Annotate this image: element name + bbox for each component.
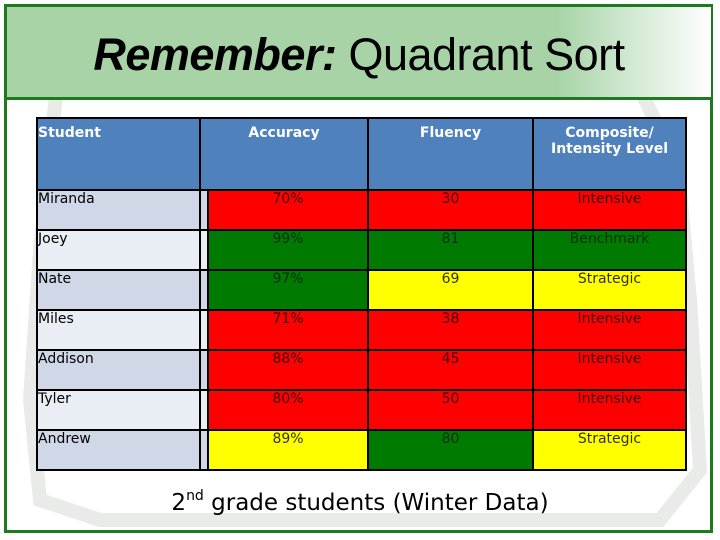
table-row: Miles 71% 38 Intensive xyxy=(36,309,687,351)
table-row: Joey 99% 81 Benchmark xyxy=(36,229,687,271)
spacer-cell xyxy=(199,229,209,271)
student-name-cell: Addison xyxy=(36,349,201,391)
slide-caption: 2nd grade students (Winter Data) xyxy=(0,488,720,516)
student-name-cell: Joey xyxy=(36,229,201,271)
accuracy-cell: 71% xyxy=(207,309,369,351)
header-fluency: Fluency xyxy=(367,117,534,191)
caption-text: grade students (Winter Data) xyxy=(203,490,549,516)
spacer-cell xyxy=(199,349,209,391)
slide-title: Remember: Quadrant Sort xyxy=(7,29,711,81)
intensity-level-cell: Strategic xyxy=(532,269,687,311)
student-name-cell: Nate xyxy=(36,269,201,311)
student-name-cell: Miles xyxy=(36,309,201,351)
intensity-level-cell: Intensive xyxy=(532,389,687,431)
intensity-level-cell: Intensive xyxy=(532,349,687,391)
intensity-level-cell: Benchmark xyxy=(532,229,687,271)
fluency-cell: 80 xyxy=(367,429,534,471)
student-name-cell: Miranda xyxy=(36,189,201,231)
table-row: Andrew 89% 80 Strategic xyxy=(36,429,687,471)
intensity-level-cell: Strategic xyxy=(532,429,687,471)
quadrant-sort-table: Student Accuracy Fluency Composite/Inten… xyxy=(36,117,687,471)
table-row: Addison 88% 45 Intensive xyxy=(36,349,687,391)
spacer-cell xyxy=(199,429,209,471)
fluency-cell: 45 xyxy=(367,349,534,391)
spacer-cell xyxy=(199,309,209,351)
title-band: Remember: Quadrant Sort xyxy=(7,7,711,100)
student-name-cell: Andrew xyxy=(36,429,201,471)
table-row: Nate 97% 69 Strategic xyxy=(36,269,687,311)
table-row: Miranda 70% 30 Intensive xyxy=(36,189,687,231)
title-emphasis: Remember: xyxy=(93,29,337,80)
header-composite: Composite/Intensity Level xyxy=(532,117,687,191)
intensity-level-cell: Intensive xyxy=(532,309,687,351)
accuracy-cell: 97% xyxy=(207,269,369,311)
title-rest: Quadrant Sort xyxy=(336,29,625,80)
student-name-cell: Tyler xyxy=(36,389,201,431)
fluency-cell: 50 xyxy=(367,389,534,431)
accuracy-cell: 88% xyxy=(207,349,369,391)
caption-superscript: nd xyxy=(186,488,204,504)
fluency-cell: 30 xyxy=(367,189,534,231)
caption-number: 2 xyxy=(171,490,187,516)
intensity-level-cell: Intensive xyxy=(532,189,687,231)
accuracy-cell: 80% xyxy=(207,389,369,431)
spacer-cell xyxy=(199,269,209,311)
header-composite-line2: Intensity Level xyxy=(551,141,668,157)
fluency-cell: 38 xyxy=(367,309,534,351)
header-composite-line1: Composite/ xyxy=(565,125,654,141)
fluency-cell: 69 xyxy=(367,269,534,311)
table-row: Tyler 80% 50 Intensive xyxy=(36,389,687,431)
accuracy-cell: 70% xyxy=(207,189,369,231)
header-accuracy: Accuracy xyxy=(199,117,369,191)
table-header-row: Student Accuracy Fluency Composite/Inten… xyxy=(36,117,687,191)
accuracy-cell: 89% xyxy=(207,429,369,471)
spacer-cell xyxy=(199,189,209,231)
fluency-cell: 81 xyxy=(367,229,534,271)
header-student: Student xyxy=(36,117,201,191)
accuracy-cell: 99% xyxy=(207,229,369,271)
spacer-cell xyxy=(199,389,209,431)
